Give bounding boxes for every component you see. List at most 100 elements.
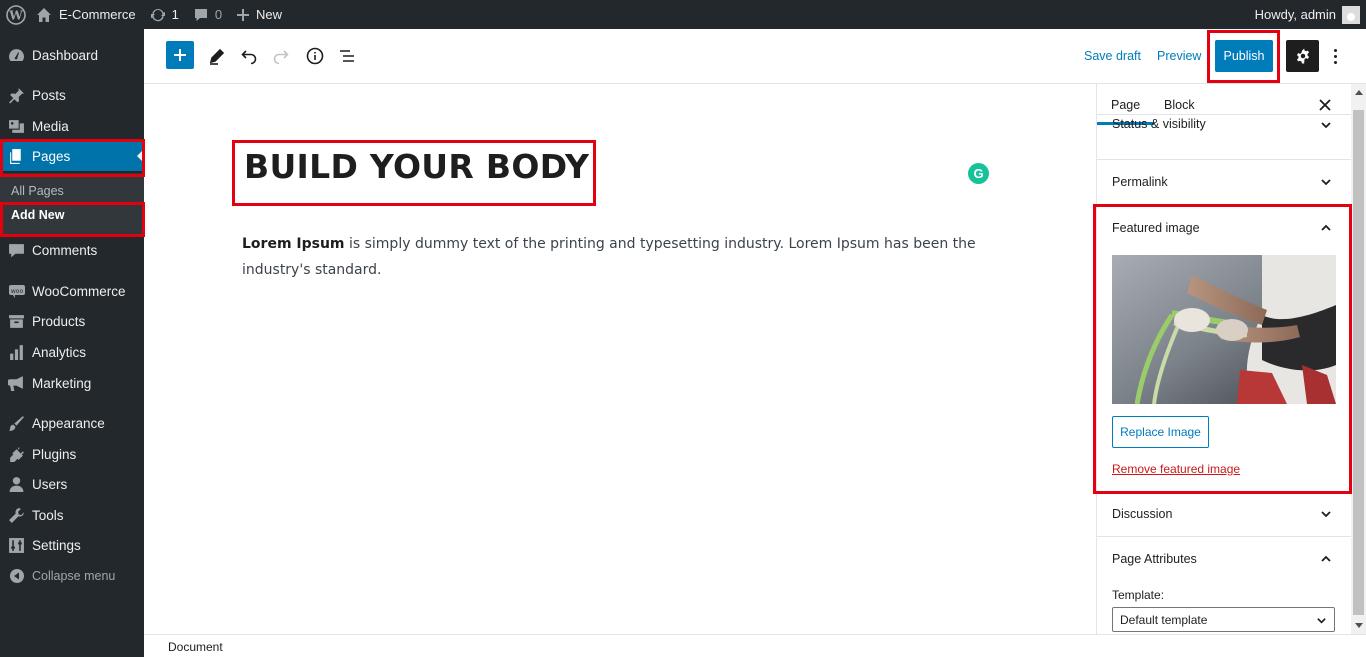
sidebar-item-woocommerce[interactable]: woo WooCommerce (0, 276, 144, 306)
tab-page[interactable]: Page (1097, 98, 1155, 125)
redo-icon (273, 50, 289, 65)
pages-icon (0, 148, 32, 165)
plus-icon (174, 49, 186, 61)
collapse-icon (0, 568, 32, 584)
site-name: E-Commerce (59, 7, 136, 22)
sidebar-item-dashboard[interactable]: Dashboard (0, 40, 144, 70)
user-icon (0, 476, 32, 493)
panel-title: Featured image (1112, 221, 1200, 235)
undo-button[interactable] (234, 41, 264, 71)
sidebar-item-label: WooCommerce (32, 283, 126, 299)
pages-submenu: All Pages Add New (0, 173, 144, 235)
sidebar-item-tools[interactable]: Tools (0, 500, 144, 530)
paragraph-bold-text: Lorem Ipsum (242, 236, 345, 252)
sidebar-item-plugins[interactable]: Plugins (0, 439, 144, 469)
panel-page-attributes[interactable]: Page Attributes (1097, 536, 1351, 582)
settings-scrollbar[interactable] (1351, 84, 1366, 634)
replace-image-button[interactable]: Replace Image (1112, 416, 1209, 448)
tools-button[interactable] (202, 41, 232, 71)
publish-button[interactable]: Publish (1215, 40, 1273, 72)
sidebar-item-posts[interactable]: Posts (0, 80, 144, 110)
bar-chart-icon (0, 344, 32, 361)
account-menu[interactable]: Howdy, admin (1248, 0, 1366, 29)
collapse-label: Collapse menu (32, 569, 116, 583)
avatar (1342, 5, 1360, 24)
admin-bar: W E-Commerce 1 0 New Howdy, admin (0, 0, 1366, 29)
panel-title: Status & visibility (1112, 117, 1206, 131)
preview-button[interactable]: Preview (1157, 49, 1201, 63)
more-options-icon[interactable] (1327, 43, 1343, 69)
sidebar-item-label: Tools (32, 507, 64, 523)
sidebar-item-label: Media (32, 118, 69, 134)
panel-permalink[interactable]: Permalink (1097, 159, 1351, 205)
scrollbar-thumb[interactable] (1353, 110, 1364, 615)
site-name-link[interactable]: E-Commerce (29, 0, 143, 29)
collapse-menu-button[interactable]: Collapse menu (0, 561, 144, 591)
paragraph-text: is simply dummy text of the printing and… (242, 236, 976, 278)
sidebar-item-label: Pages (32, 148, 71, 164)
sidebar-item-label: Plugins (32, 446, 77, 462)
panel-discussion[interactable]: Discussion (1097, 491, 1351, 537)
greeting: Howdy, admin (1254, 7, 1336, 22)
chevron-down-icon (1317, 618, 1326, 624)
new-content-link[interactable]: New (229, 0, 289, 29)
editor-canvas: BUILD YOUR BODY G Lorem Ipsum is simply … (144, 84, 1096, 634)
redo-button[interactable] (266, 41, 296, 71)
submenu-all-pages[interactable]: All Pages (11, 184, 64, 198)
sidebar-item-comments[interactable]: Comments (0, 235, 144, 265)
featured-image-thumbnail[interactable] (1112, 255, 1336, 404)
gear-icon (1296, 48, 1309, 64)
template-value: Default template (1120, 612, 1208, 627)
pin-icon (0, 87, 32, 104)
details-button[interactable] (300, 41, 330, 71)
scroll-down-arrow-icon[interactable] (1355, 623, 1363, 628)
paragraph-block[interactable]: Lorem Ipsum is simply dummy text of the … (242, 232, 982, 283)
sidebar-item-settings[interactable]: Settings (0, 530, 144, 560)
chevron-up-icon (1321, 224, 1331, 231)
updates-count: 1 (171, 7, 179, 22)
sidebar-item-marketing[interactable]: Marketing (0, 368, 144, 398)
close-icon[interactable] (1316, 96, 1334, 114)
remove-featured-image-link[interactable]: Remove featured image (1112, 462, 1240, 476)
tab-block[interactable]: Block (1164, 98, 1195, 112)
editor-footer: Document (144, 634, 1366, 657)
media-icon (0, 118, 32, 135)
sidebar-item-products[interactable]: Products (0, 306, 144, 336)
new-label: New (256, 7, 283, 22)
svg-text:woo: woo (10, 288, 23, 295)
add-block-button[interactable] (166, 41, 194, 69)
plus-icon (237, 8, 250, 21)
archive-icon (0, 313, 32, 330)
panel-title: Discussion (1112, 507, 1173, 521)
panel-featured-image[interactable]: Featured image (1097, 205, 1351, 251)
wordpress-logo-icon[interactable]: W (0, 0, 29, 29)
sidebar-item-appearance[interactable]: Appearance (0, 408, 144, 438)
sidebar-item-pages[interactable]: Pages (0, 141, 144, 171)
panel-title: Page Attributes (1112, 552, 1197, 566)
sidebar-item-label: Products (32, 313, 86, 329)
submenu-add-new[interactable]: Add New (11, 208, 64, 222)
template-label: Template: (1112, 588, 1165, 602)
grammarly-icon[interactable]: G (968, 163, 989, 184)
comment-icon (0, 242, 32, 259)
panel-title: Permalink (1112, 175, 1168, 189)
info-icon (306, 47, 324, 65)
comments-link[interactable]: 0 (186, 0, 229, 29)
scroll-up-arrow-icon[interactable] (1355, 90, 1363, 95)
settings-toggle-button[interactable] (1286, 40, 1319, 72)
updates-link[interactable]: 1 (143, 0, 186, 29)
sidebar-item-analytics[interactable]: Analytics (0, 337, 144, 367)
sidebar-item-label: Dashboard (32, 47, 99, 63)
panel-status-visibility[interactable]: Status & visibility (1097, 114, 1351, 160)
post-title[interactable]: BUILD YOUR BODY (244, 147, 589, 186)
sidebar-item-media[interactable]: Media (0, 111, 144, 141)
template-select[interactable]: Default template (1112, 607, 1335, 632)
sidebar-item-label: Marketing (32, 375, 92, 391)
refresh-icon (150, 8, 165, 21)
comment-icon (194, 8, 207, 21)
list-view-icon (340, 50, 354, 62)
save-draft-button[interactable]: Save draft (1084, 49, 1141, 63)
outline-button[interactable] (332, 41, 362, 71)
sidebar-item-users[interactable]: Users (0, 469, 144, 499)
breadcrumb[interactable]: Document (168, 640, 223, 654)
